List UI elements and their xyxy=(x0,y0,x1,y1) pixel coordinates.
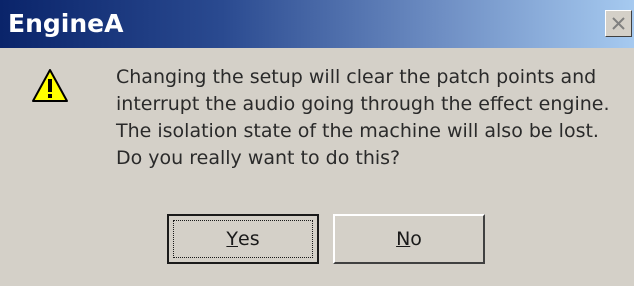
no-button-mnemonic: N xyxy=(396,228,411,250)
message-line: Changing the setup will clear the patch … xyxy=(116,66,597,88)
message-line: Do you really want to do this? xyxy=(116,147,401,169)
focus-ring xyxy=(173,220,313,258)
close-icon xyxy=(612,17,625,30)
message-dialog: EngineA Changing the setup will clear th… xyxy=(0,0,634,286)
message-text: Changing the setup will clear the patch … xyxy=(116,64,628,172)
window-title: EngineA xyxy=(8,9,124,38)
title-bar[interactable]: EngineA xyxy=(0,0,634,48)
no-button[interactable]: No xyxy=(333,214,485,264)
yes-button[interactable]: Yes xyxy=(167,214,319,264)
no-button-label: o xyxy=(410,228,422,250)
close-button[interactable] xyxy=(605,10,632,37)
message-line: interrupt the audio going through the ef… xyxy=(116,93,610,115)
warning-icon xyxy=(32,69,68,102)
message-line: The isolation state of the machine will … xyxy=(116,120,599,142)
